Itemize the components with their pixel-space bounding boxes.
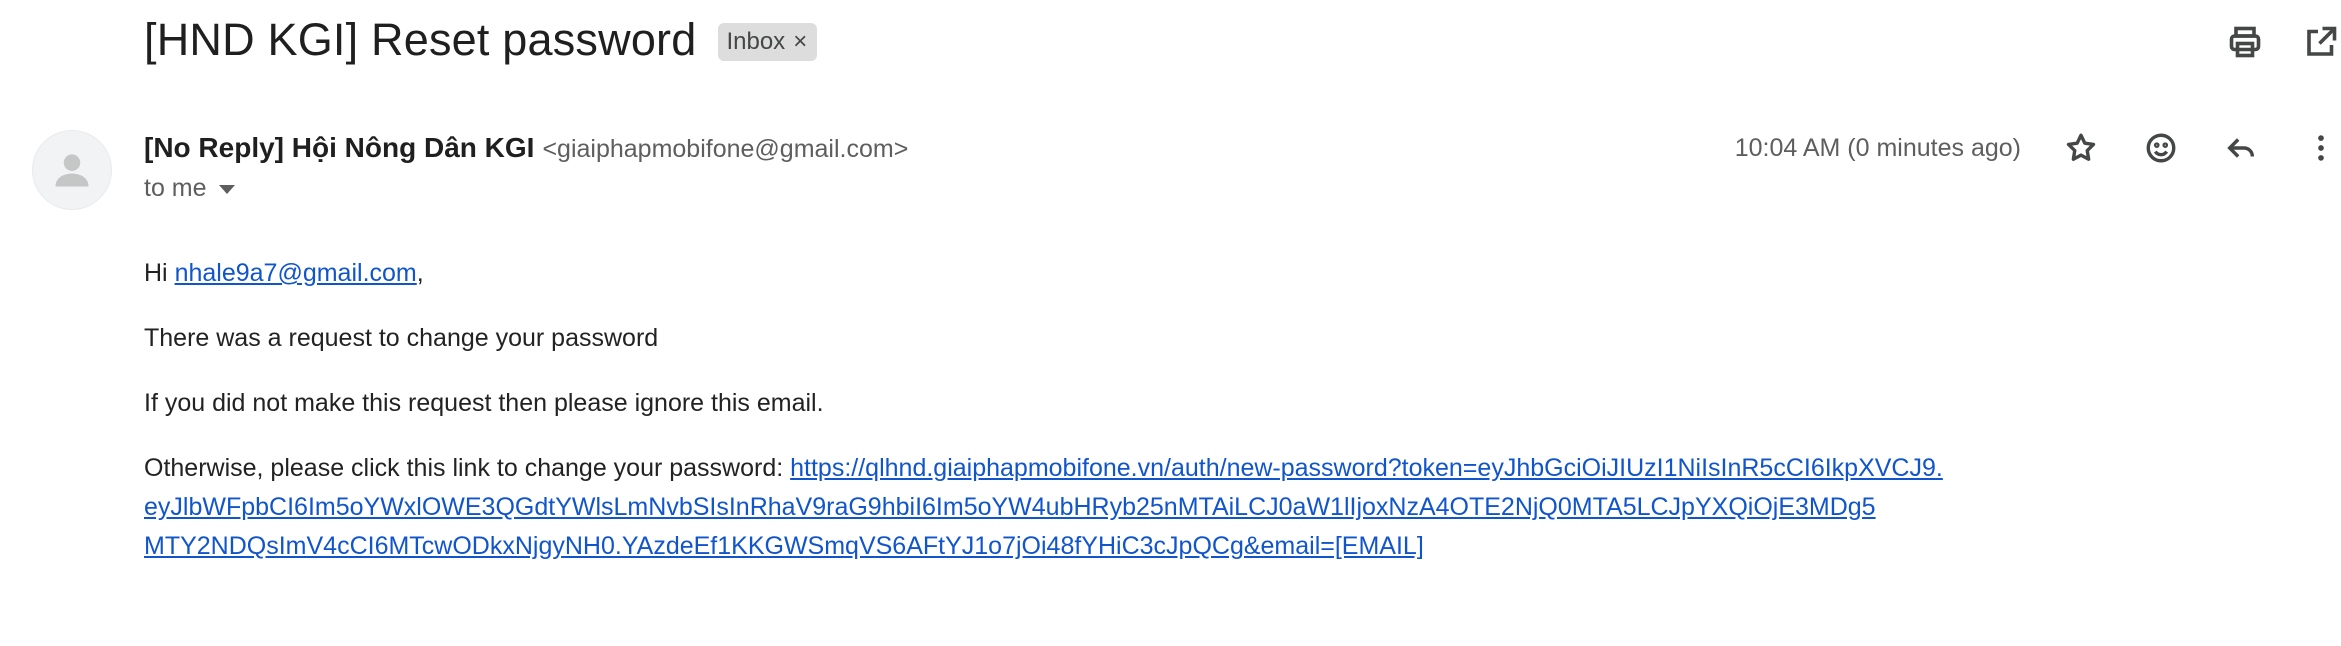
reply-icon — [2227, 138, 2255, 158]
greeting-prefix: Hi — [144, 259, 175, 287]
open-in-new-window-button[interactable] — [2301, 22, 2341, 62]
star-button[interactable] — [2061, 128, 2101, 168]
more-vert-icon — [2318, 135, 2324, 161]
message-body: Hi nhale9a7@gmail.com, There was a reque… — [144, 254, 1943, 592]
body-line-ignore: If you did not make this request then pl… — [144, 389, 824, 417]
body-line-request: There was a request to change your passw… — [144, 324, 659, 352]
message-timestamp: 10:04 AM (0 minutes ago) — [1734, 133, 2021, 162]
message-meta: 10:04 AM (0 minutes ago) — [1735, 128, 2341, 168]
label-chip-inbox[interactable]: Inbox × — [718, 23, 818, 61]
add-reaction-button[interactable] — [2141, 128, 2181, 168]
reply-button[interactable] — [2221, 128, 2261, 168]
recipient-details-toggle[interactable]: to me — [144, 174, 235, 203]
printer-icon — [2229, 26, 2261, 58]
email-subject: [HND KGI] Reset password — [144, 14, 697, 65]
reset-password-link-part-3[interactable]: MTY2NDQsImV4cCI6MTcwODkxNjgyNH0.YAzdeEf1… — [144, 532, 1424, 560]
greeting: Hi nhale9a7@gmail.com, — [144, 254, 1943, 293]
sender-email: <giaiphapmobifone@gmail.com> — [542, 135, 909, 163]
reset-password-link-part-1[interactable]: https://qlhnd.giaiphapmobifone.vn/auth/n… — [790, 454, 1943, 482]
print-button[interactable] — [2225, 22, 2265, 62]
sender-avatar[interactable] — [32, 130, 112, 210]
star-icon — [2066, 133, 2096, 161]
subject-row: [HND KGI] Reset password Inbox × — [144, 14, 818, 66]
reset-instruction: Otherwise, please click this link to cha… — [144, 454, 791, 482]
more-options-button[interactable] — [2301, 128, 2341, 168]
recipient-email-link[interactable]: nhale9a7@gmail.com — [175, 259, 417, 287]
emoji-reaction-icon — [2146, 133, 2176, 163]
email-view: [HND KGI] Reset password Inbox × [No Rep… — [0, 0, 2341, 646]
chevron-down-icon — [218, 185, 235, 194]
sender-name[interactable]: [No Reply] Hội Nông Dân KGI — [144, 132, 534, 164]
label-chip-text: Inbox — [726, 28, 786, 55]
open-in-new-window-icon — [2307, 26, 2337, 56]
remove-label-icon[interactable]: × — [793, 30, 807, 54]
message-actions — [2061, 128, 2341, 168]
greeting-suffix: , — [416, 259, 424, 287]
body-line-reset: Otherwise, please click this link to cha… — [144, 449, 1943, 566]
person-icon — [55, 154, 89, 187]
recipient-text: to me — [144, 174, 207, 202]
sender-line: [No Reply] Hội Nông Dân KGI <giaiphapmob… — [144, 132, 908, 164]
reset-password-link-part-2[interactable]: eyJlbWFpbCI6Im5oYWxlOWE3QGdtYWlsLmNvbSIs… — [144, 493, 1876, 521]
top-actions — [2225, 22, 2341, 62]
